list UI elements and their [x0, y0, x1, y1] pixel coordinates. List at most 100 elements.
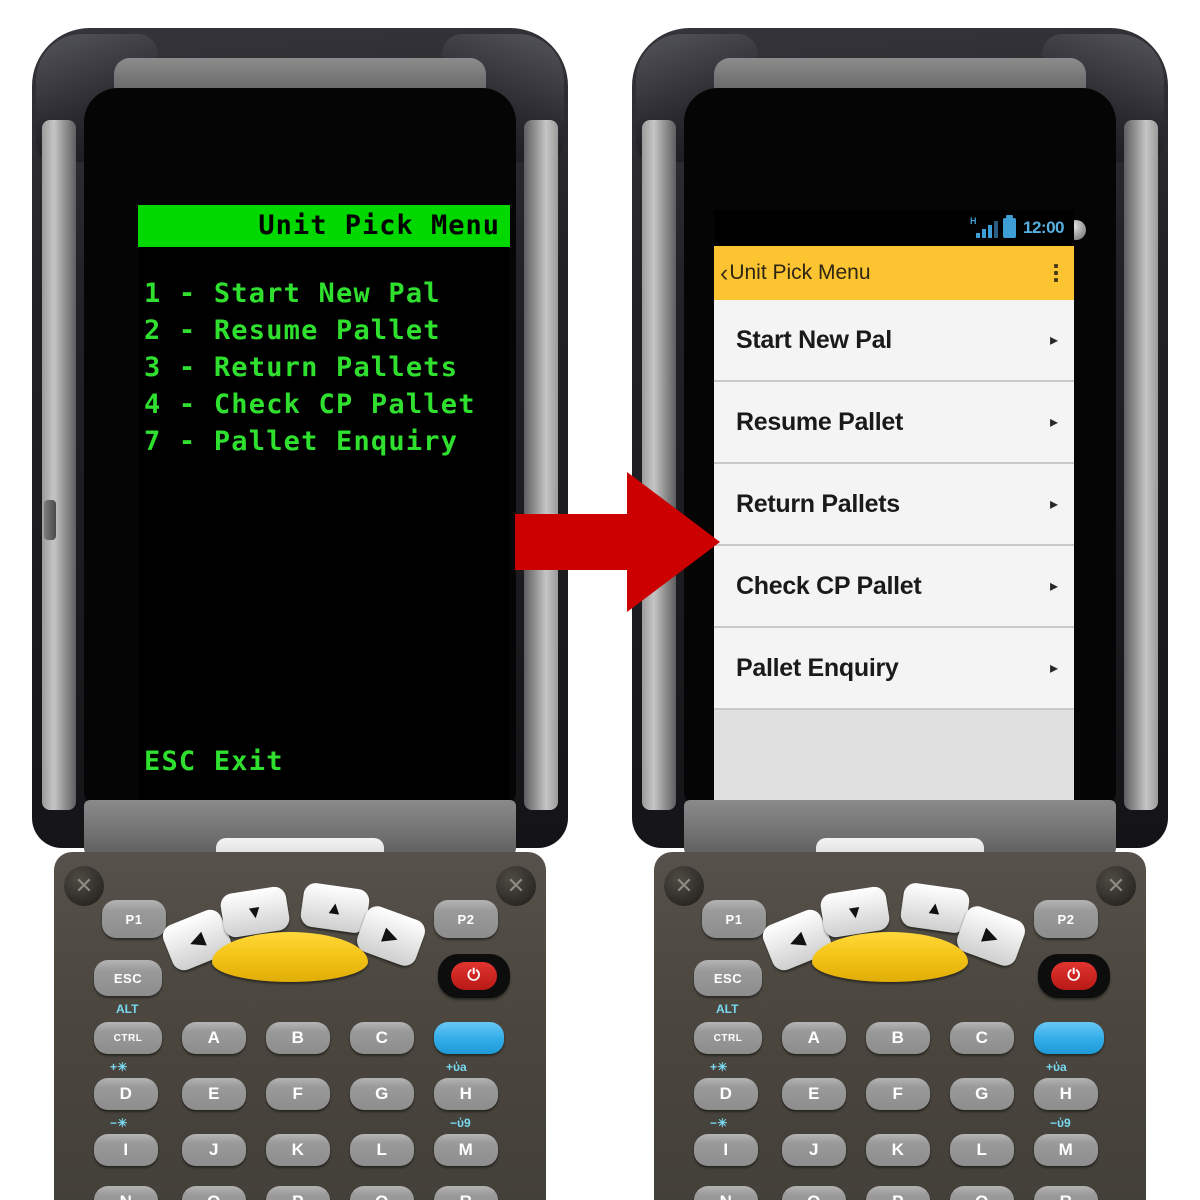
- key-b[interactable]: B: [866, 1022, 930, 1054]
- key-k[interactable]: K: [266, 1134, 330, 1166]
- key-q[interactable]: Q: [350, 1186, 414, 1200]
- menu-list: Start New Pal ▸ Resume Pallet ▸ Return P…: [714, 300, 1074, 802]
- key-p2[interactable]: P2: [434, 900, 498, 938]
- key-arrow-up[interactable]: ▲: [899, 881, 971, 935]
- screw-icon: ✕: [496, 866, 536, 906]
- key-e[interactable]: E: [182, 1078, 246, 1110]
- chevron-right-icon: ▸: [1049, 414, 1058, 431]
- key-power[interactable]: ⏻: [438, 954, 510, 998]
- key-h[interactable]: H: [434, 1078, 498, 1110]
- key-d[interactable]: D: [694, 1078, 758, 1110]
- key-e[interactable]: E: [782, 1078, 846, 1110]
- key-c[interactable]: C: [350, 1022, 414, 1054]
- key-j[interactable]: J: [182, 1134, 246, 1166]
- key-l[interactable]: L: [950, 1134, 1014, 1166]
- key-f[interactable]: F: [266, 1078, 330, 1110]
- key-scan-yellow[interactable]: [212, 932, 368, 982]
- keypad: ✕ ✕ P1 P2 ESC ◀ ▼ ▲ ▶ ⏻ ALT CTRL A B C +…: [54, 852, 546, 1200]
- key-i[interactable]: I: [94, 1134, 158, 1166]
- back-chevron-icon[interactable]: ‹: [720, 260, 728, 286]
- arrow-down-icon: ▼: [244, 900, 266, 923]
- action-bar: ‹ Unit Pick Menu: [714, 246, 1074, 300]
- key-arrow-down[interactable]: ▼: [218, 885, 292, 939]
- side-scan-button[interactable]: [44, 500, 56, 540]
- list-item[interactable]: Pallet Enquiry ▸: [714, 628, 1074, 710]
- list-item[interactable]: Start New Pal ▸: [714, 300, 1074, 382]
- key-brightness-down-label: −☀: [110, 1116, 128, 1130]
- list-item[interactable]: Return Pallets ▸: [714, 464, 1074, 546]
- power-icon: ⏻: [451, 962, 497, 990]
- key-blue-function[interactable]: [1034, 1022, 1104, 1054]
- key-r[interactable]: R: [1034, 1186, 1098, 1200]
- key-brightness-down-label: −☀: [710, 1116, 728, 1130]
- key-h[interactable]: H: [1034, 1078, 1098, 1110]
- key-a[interactable]: A: [182, 1022, 246, 1054]
- key-p[interactable]: P: [866, 1186, 930, 1200]
- arrow-left-icon: ◀: [186, 927, 208, 952]
- screw-icon: ✕: [664, 866, 704, 906]
- chevron-right-icon: ▸: [1049, 578, 1058, 595]
- key-p1[interactable]: P1: [102, 900, 166, 938]
- list-item-label: Return Pallets: [736, 489, 900, 518]
- key-g[interactable]: G: [350, 1078, 414, 1110]
- key-p[interactable]: P: [266, 1186, 330, 1200]
- list-item-label: Resume Pallet: [736, 407, 904, 436]
- screw-icon: ✕: [1096, 866, 1136, 906]
- terminal-menu-line[interactable]: 1 - Start New Pal: [144, 275, 510, 312]
- signal-network-label: H: [970, 215, 977, 226]
- signal-bars-icon: H: [970, 215, 999, 238]
- key-r[interactable]: R: [434, 1186, 498, 1200]
- key-ctrl[interactable]: CTRL: [94, 1022, 162, 1054]
- key-d[interactable]: D: [94, 1078, 158, 1110]
- key-l[interactable]: L: [350, 1134, 414, 1166]
- terminal-menu-line[interactable]: 3 - Return Pallets: [144, 349, 510, 386]
- key-volume-up-label: +ὐa: [446, 1060, 467, 1074]
- list-item-label: Start New Pal: [736, 325, 892, 354]
- key-scan-yellow[interactable]: [812, 932, 968, 982]
- key-b[interactable]: B: [266, 1022, 330, 1054]
- chassis-rail-left: [42, 120, 76, 810]
- list-item[interactable]: Resume Pallet ▸: [714, 382, 1074, 464]
- arrow-right-icon: ▶: [981, 923, 1002, 948]
- key-f[interactable]: F: [866, 1078, 930, 1110]
- key-n[interactable]: N: [94, 1186, 158, 1200]
- key-alt-label: ALT: [716, 1002, 739, 1016]
- terminal-menu-line[interactable]: 4 - Check CP Pallet: [144, 386, 510, 423]
- key-brightness-up-label: +☀: [710, 1060, 728, 1074]
- key-arrow-down[interactable]: ▼: [818, 885, 892, 939]
- key-p1[interactable]: P1: [702, 900, 766, 938]
- key-blue-function[interactable]: [434, 1022, 504, 1054]
- arrow-left-icon: ◀: [786, 927, 808, 952]
- overflow-menu-icon[interactable]: [1054, 264, 1058, 282]
- key-i[interactable]: I: [694, 1134, 758, 1166]
- key-arrow-up[interactable]: ▲: [299, 881, 371, 935]
- list-item[interactable]: Check CP Pallet ▸: [714, 546, 1074, 628]
- key-power[interactable]: ⏻: [1038, 954, 1110, 998]
- key-m[interactable]: M: [1034, 1134, 1098, 1166]
- key-a[interactable]: A: [782, 1022, 846, 1054]
- terminal-menu-line[interactable]: 7 - Pallet Enquiry: [144, 423, 510, 460]
- key-k[interactable]: K: [866, 1134, 930, 1166]
- key-esc[interactable]: ESC: [694, 960, 762, 996]
- key-g[interactable]: G: [950, 1078, 1014, 1110]
- key-o[interactable]: O: [182, 1186, 246, 1200]
- chassis-rail-right: [1124, 120, 1158, 810]
- key-ctrl[interactable]: CTRL: [694, 1022, 762, 1054]
- terminal-menu-line[interactable]: 2 - Resume Pallet: [144, 312, 510, 349]
- key-m[interactable]: M: [434, 1134, 498, 1166]
- key-q[interactable]: Q: [950, 1186, 1014, 1200]
- key-p2[interactable]: P2: [1034, 900, 1098, 938]
- key-brightness-up-label: +☀: [110, 1060, 128, 1074]
- list-item-label: Pallet Enquiry: [736, 653, 899, 682]
- key-j[interactable]: J: [782, 1134, 846, 1166]
- key-esc[interactable]: ESC: [94, 960, 162, 996]
- arrow-right-icon: ▶: [381, 923, 402, 948]
- legacy-terminal-screen: Unit Pick Menu 1 - Start New Pal 2 - Res…: [138, 205, 510, 805]
- key-volume-down-label: −ὐ9: [1050, 1116, 1071, 1130]
- keypad: ✕ ✕ P1 P2 ESC ◀ ▼ ▲ ▶ ⏻ ALT CTRL A B C +…: [654, 852, 1146, 1200]
- key-o[interactable]: O: [782, 1186, 846, 1200]
- status-bar: H 12:00: [714, 210, 1074, 246]
- power-icon: ⏻: [1051, 962, 1097, 990]
- key-c[interactable]: C: [950, 1022, 1014, 1054]
- key-n[interactable]: N: [694, 1186, 758, 1200]
